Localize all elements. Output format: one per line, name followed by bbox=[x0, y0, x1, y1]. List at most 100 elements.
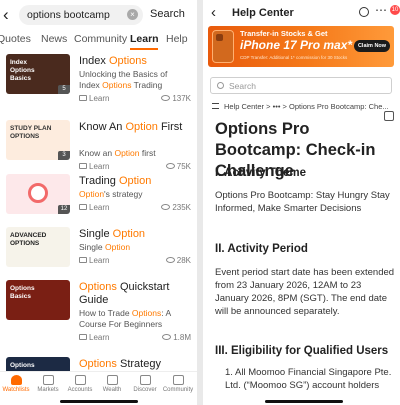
course-meta: Learn 75K bbox=[79, 162, 191, 171]
claim-now-button[interactable]: Claim Now bbox=[354, 40, 390, 52]
view-count: 235K bbox=[161, 203, 191, 212]
course-subtitle: How to Trade Options: A Course For Begin… bbox=[79, 308, 195, 330]
target-icon bbox=[28, 183, 48, 203]
book-icon bbox=[79, 257, 87, 263]
title-text: Know An bbox=[79, 121, 126, 133]
course-title[interactable]: Single Option bbox=[79, 228, 195, 241]
course-meta: Learn 1.8M bbox=[79, 333, 191, 342]
left-screen: ‹ options bootcamp × Search Quotes News … bbox=[0, 0, 197, 405]
tab-help[interactable]: Help bbox=[166, 33, 188, 45]
nav-accounts[interactable]: Accounts bbox=[64, 375, 96, 393]
course-title[interactable]: Trading Option bbox=[79, 175, 195, 188]
lesson-count-badge: 5 bbox=[58, 85, 70, 94]
subtitle-highlight: Option bbox=[105, 242, 131, 252]
nav-label: Discover bbox=[133, 387, 157, 393]
course-title[interactable]: Know An Option First bbox=[79, 121, 195, 134]
lesson-count-badge: 12 bbox=[58, 205, 70, 214]
search-input[interactable]: options bootcamp × bbox=[19, 5, 143, 25]
nav-label: Accounts bbox=[67, 387, 93, 393]
search-icon[interactable] bbox=[359, 7, 369, 17]
nav-markets[interactable]: Markets bbox=[32, 375, 64, 393]
course-item[interactable]: Options Basics Options Quickstart Guide How… bbox=[0, 280, 197, 346]
notification-badge: 10 bbox=[390, 5, 400, 15]
category-tabs: Quotes News Community Learn Help bbox=[0, 33, 197, 53]
course-thumbnail[interactable]: Options Basics bbox=[6, 280, 70, 320]
more-icon[interactable]: ⋯ bbox=[375, 3, 387, 17]
eye-icon bbox=[161, 95, 171, 101]
nav-community[interactable]: Community bbox=[162, 375, 194, 393]
active-tab-indicator bbox=[130, 48, 158, 50]
course-thumbnail[interactable]: ADVANCED OPTIONS bbox=[6, 227, 70, 267]
breadcrumb-text[interactable]: Help Center > ••• > Options Pro Bootcamp… bbox=[224, 102, 389, 111]
title-text: Strategy bbox=[116, 358, 161, 370]
eye-icon bbox=[162, 334, 172, 340]
view-count: 1.8M bbox=[162, 333, 191, 342]
course-title[interactable]: Options Strategy bbox=[79, 358, 195, 371]
nav-label: Markets bbox=[37, 387, 59, 393]
course-thumbnail[interactable]: 12 bbox=[6, 174, 70, 214]
course-title[interactable]: Options Quickstart Guide bbox=[79, 281, 195, 307]
course-subtitle: Option's strategy bbox=[79, 189, 195, 200]
discover-icon bbox=[139, 375, 151, 385]
thumbnail-text: ADVANCED bbox=[10, 232, 47, 239]
subtitle-text: Single bbox=[79, 242, 105, 252]
phone-image bbox=[212, 30, 234, 63]
title-text: Single bbox=[79, 228, 113, 240]
title-highlight: Option bbox=[125, 121, 158, 133]
clear-circle-icon[interactable]: × bbox=[127, 9, 138, 20]
thumbnail-text: Index bbox=[10, 59, 27, 66]
subtitle-highlight: Option bbox=[114, 148, 140, 158]
view-count: 28K bbox=[165, 256, 191, 265]
search-button[interactable]: Search bbox=[150, 8, 185, 20]
tab-news[interactable]: News bbox=[41, 33, 67, 45]
course-item[interactable]: Index Options Basics 5 Index Options Unlockin… bbox=[0, 54, 197, 120]
view-count: 137K bbox=[161, 94, 191, 103]
book-icon bbox=[79, 334, 87, 340]
title-highlight: Options bbox=[79, 281, 117, 293]
home-indicator bbox=[60, 400, 138, 403]
course-subtitle: Single Option bbox=[79, 242, 195, 253]
tab-learn[interactable]: Learn bbox=[130, 33, 159, 45]
subtitle-text: Know an bbox=[79, 148, 115, 158]
eye-icon bbox=[165, 257, 175, 263]
home-indicator bbox=[265, 400, 343, 403]
nav-discover[interactable]: Discover bbox=[129, 375, 161, 393]
thumbnail-text: Basics bbox=[10, 293, 31, 300]
tab-quotes[interactable]: Quotes bbox=[0, 33, 31, 45]
views-text: 137K bbox=[172, 94, 191, 103]
lesson-count-badge: 3 bbox=[58, 151, 70, 160]
course-meta: Learn 235K bbox=[79, 203, 191, 212]
menu-icon[interactable] bbox=[212, 103, 219, 109]
back-icon[interactable]: ‹ bbox=[3, 5, 9, 25]
course-thumbnail[interactable]: Index Options Basics 5 bbox=[6, 54, 70, 94]
views-text: 75K bbox=[176, 162, 191, 171]
banner-line-2: iPhone 17 Pro max* bbox=[240, 38, 353, 52]
promo-banner[interactable]: Transfer-in Stocks & Get iPhone 17 Pro m… bbox=[208, 26, 394, 67]
section-body-theme: Options Pro Bootcamp: Stay Hungry Stay I… bbox=[215, 190, 390, 214]
views-text: 235K bbox=[172, 203, 191, 212]
book-icon bbox=[79, 204, 87, 210]
nav-watchlists[interactable]: Watchlists bbox=[0, 375, 32, 393]
search-query: options bootcamp bbox=[27, 9, 110, 21]
thumbnail-text: Options bbox=[10, 67, 35, 74]
section-body-period: Event period start date has been extende… bbox=[215, 267, 395, 317]
tab-community[interactable]: Community bbox=[74, 33, 127, 45]
title-text: Trading bbox=[79, 175, 119, 187]
nav-wealth[interactable]: Wealth bbox=[96, 375, 128, 393]
course-type: Learn bbox=[89, 256, 110, 265]
course-subtitle: Index Options Trading bbox=[79, 80, 195, 91]
course-title[interactable]: Index Options bbox=[79, 55, 195, 68]
help-header: ‹ Help Center ⋯ 10 bbox=[203, 3, 400, 23]
page-title: Help Center bbox=[232, 7, 294, 19]
banner-line-3: CDP Transfer: Additional 1* commission f… bbox=[240, 55, 348, 60]
nav-label: Watchlists bbox=[2, 387, 30, 393]
course-subtitle: Unlocking the Basics of bbox=[79, 69, 168, 79]
help-search-input[interactable]: Search bbox=[210, 77, 392, 94]
course-thumbnail[interactable]: STUDY PLAN OPTIONS 3 bbox=[6, 120, 70, 160]
title-highlight: Option bbox=[112, 228, 146, 240]
title-highlight: Options bbox=[79, 358, 117, 370]
course-type: Learn bbox=[89, 203, 110, 212]
eye-icon bbox=[161, 204, 171, 210]
view-count: 75K bbox=[165, 162, 191, 171]
back-icon[interactable]: ‹ bbox=[211, 5, 216, 21]
